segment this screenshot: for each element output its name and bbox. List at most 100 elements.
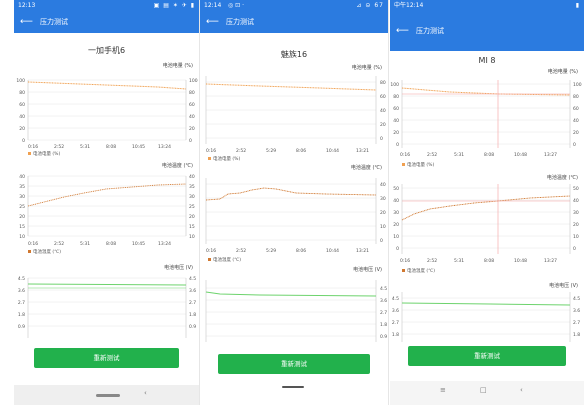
svg-text:10:48: 10:48	[514, 258, 527, 264]
chart-title: 电池温度 (℃)	[161, 163, 193, 169]
svg-text:20: 20	[393, 130, 399, 136]
back-arrow-icon[interactable]: ⟵	[206, 11, 219, 33]
svg-text:100: 100	[390, 82, 399, 88]
svg-text:40: 40	[573, 198, 579, 204]
app-bar: ⟵ 压力测试	[390, 11, 584, 51]
svg-text:5:29: 5:29	[266, 248, 276, 254]
page-title: 压力测试	[226, 18, 254, 26]
status-bar: 12:14 ◎ ⊡ · ⊿ ⊝ 67	[200, 0, 388, 11]
svg-text:8:08: 8:08	[484, 258, 494, 264]
svg-text:13:27: 13:27	[544, 258, 557, 264]
home-indicator-icon[interactable]	[282, 386, 304, 388]
svg-text:0:16: 0:16	[206, 248, 216, 254]
svg-text:8:08: 8:08	[484, 152, 494, 158]
legend-label: 电池温度 (℃)	[407, 269, 435, 274]
x-tick: 0:16	[28, 144, 38, 150]
status-time: 中午12:14	[394, 2, 424, 9]
status-icons: ▣ ▤ ✶ ✈ ▮	[153, 2, 195, 9]
back-arrow-icon[interactable]: ⟵	[20, 11, 33, 33]
chart-canvas: 4.5 3.6 2.7 1.8 0.9	[205, 280, 387, 342]
svg-text:50: 50	[573, 186, 579, 192]
svg-text:2.7: 2.7	[392, 320, 399, 326]
svg-text:20: 20	[573, 222, 579, 228]
y-tick: 40	[19, 114, 25, 120]
legend-label: 电池温度 (℃)	[213, 258, 241, 263]
svg-text:10:45: 10:45	[132, 241, 145, 247]
status-icons: ▮	[575, 2, 580, 9]
svg-text:0: 0	[573, 246, 576, 252]
back-arrow-icon[interactable]: ⟵	[396, 11, 409, 51]
menu-icon[interactable]: ≡	[440, 386, 446, 394]
legend-label: 电池电量 (%)	[33, 152, 61, 157]
svg-text:13:27: 13:27	[544, 152, 557, 158]
svg-text:30: 30	[189, 194, 195, 200]
retest-button[interactable]: 重新测试	[408, 346, 566, 366]
device-name: 魅族16	[280, 50, 308, 59]
chart-title: 电池温度 (℃)	[546, 175, 578, 181]
svg-text:3.6: 3.6	[18, 288, 25, 294]
svg-text:20: 20	[19, 214, 25, 220]
svg-text:8:06: 8:06	[296, 248, 306, 254]
y-tick: 60	[19, 102, 25, 108]
nav-bar: ≡ □ ‹	[390, 381, 584, 405]
retest-button[interactable]: 重新测试	[34, 348, 179, 368]
battery-voltage-series	[205, 291, 377, 297]
home-square-icon[interactable]: □	[480, 386, 487, 394]
chart-canvas: 4.5 3.6 2.7 1.8 4.5 3.6 2.7 1.8	[392, 292, 580, 342]
device-name: 一加手机6	[87, 46, 126, 55]
svg-text:2:52: 2:52	[236, 248, 246, 254]
svg-text:20: 20	[380, 122, 386, 128]
svg-text:60: 60	[393, 106, 399, 112]
battery-voltage-chart: 电池电压 (V) 4.5 3.6 2.7 1.8 4.5 3.6 2.7 1.8	[390, 282, 584, 344]
nav-bar: ‹	[14, 385, 199, 405]
chart-legend: 电池温度 (℃)	[208, 257, 241, 263]
svg-text:5:31: 5:31	[80, 241, 90, 247]
svg-text:10:48: 10:48	[514, 152, 527, 158]
svg-text:40: 40	[380, 182, 386, 188]
svg-text:20: 20	[189, 214, 195, 220]
svg-text:10: 10	[189, 234, 195, 240]
y-tick: 80	[19, 90, 25, 96]
battery-level-chart: 电池电量 (%) 80 60 40 20 0 0:16 2:52 5:29 8:06 10:…	[200, 64, 388, 164]
legend-label: 电池温度 (℃)	[33, 250, 61, 255]
chart-canvas: 100 80 60 40 20 0 100 80 60 40 20 0 0:16…	[16, 78, 197, 150]
x-tick: 8:08	[106, 144, 116, 150]
svg-text:35: 35	[19, 184, 25, 190]
y-tick-right: 80	[189, 90, 195, 96]
battery-temp-series	[27, 183, 187, 207]
svg-text:80: 80	[380, 80, 386, 86]
legend-label: 电池电量 (%)	[213, 157, 241, 162]
svg-text:40: 40	[393, 118, 399, 124]
svg-text:2.7: 2.7	[18, 300, 25, 306]
y-tick: 0	[22, 138, 25, 144]
legend-label: 电池电量 (%)	[407, 163, 435, 168]
svg-text:3.6: 3.6	[189, 288, 196, 294]
svg-text:20: 20	[573, 130, 579, 136]
svg-text:100: 100	[573, 82, 582, 88]
phone-meizu16: 12:14 ◎ ⊡ · ⊿ ⊝ 67 ⟵ 压力测试 魅族16 电池电量 (%) …	[200, 0, 389, 405]
status-bar: 中午12:14 ▮	[390, 0, 584, 11]
chart-title: 电池电量 (%)	[162, 63, 193, 69]
home-pill-icon[interactable]	[96, 394, 120, 397]
retest-button[interactable]: 重新测试	[218, 354, 370, 374]
svg-text:30: 30	[380, 196, 386, 202]
svg-text:35: 35	[189, 184, 195, 190]
svg-text:10: 10	[380, 224, 386, 230]
battery-level-series	[205, 83, 377, 91]
svg-text:5:31: 5:31	[454, 258, 464, 264]
svg-text:2:52: 2:52	[236, 148, 246, 154]
svg-text:2:52: 2:52	[427, 152, 437, 158]
battery-voltage-chart: 电池电压 (V) 4.5 3.6 2.7 1.8 0.9 4.5 3.6 2.7 1.8…	[14, 264, 199, 344]
battery-level-chart: 电池电量 (%) 100 80 60 40 20 0 100 80 60 40	[14, 62, 199, 157]
svg-text:10: 10	[393, 234, 399, 240]
svg-text:3.6: 3.6	[392, 308, 399, 314]
svg-text:40: 40	[19, 174, 25, 180]
back-chevron-icon[interactable]: ‹	[144, 389, 147, 397]
svg-text:2:52: 2:52	[427, 258, 437, 264]
battery-temp-chart: 电池温度 (℃) 40 35 30 25 20 15 10 40 35 30 25 2…	[14, 162, 199, 260]
battery-voltage-chart: 电池电压 (V) 4.5 3.6 2.7 1.8 0.9	[200, 266, 388, 346]
svg-text:4.5: 4.5	[392, 296, 399, 302]
back-chevron-icon[interactable]: ‹	[520, 386, 523, 394]
phone-oneplus6: 12:13 ▣ ▤ ✶ ✈ ▮ ⟵ 压力测试 一加手机6 电池电量 (%) 10…	[14, 0, 200, 405]
svg-text:8:06: 8:06	[296, 148, 306, 154]
